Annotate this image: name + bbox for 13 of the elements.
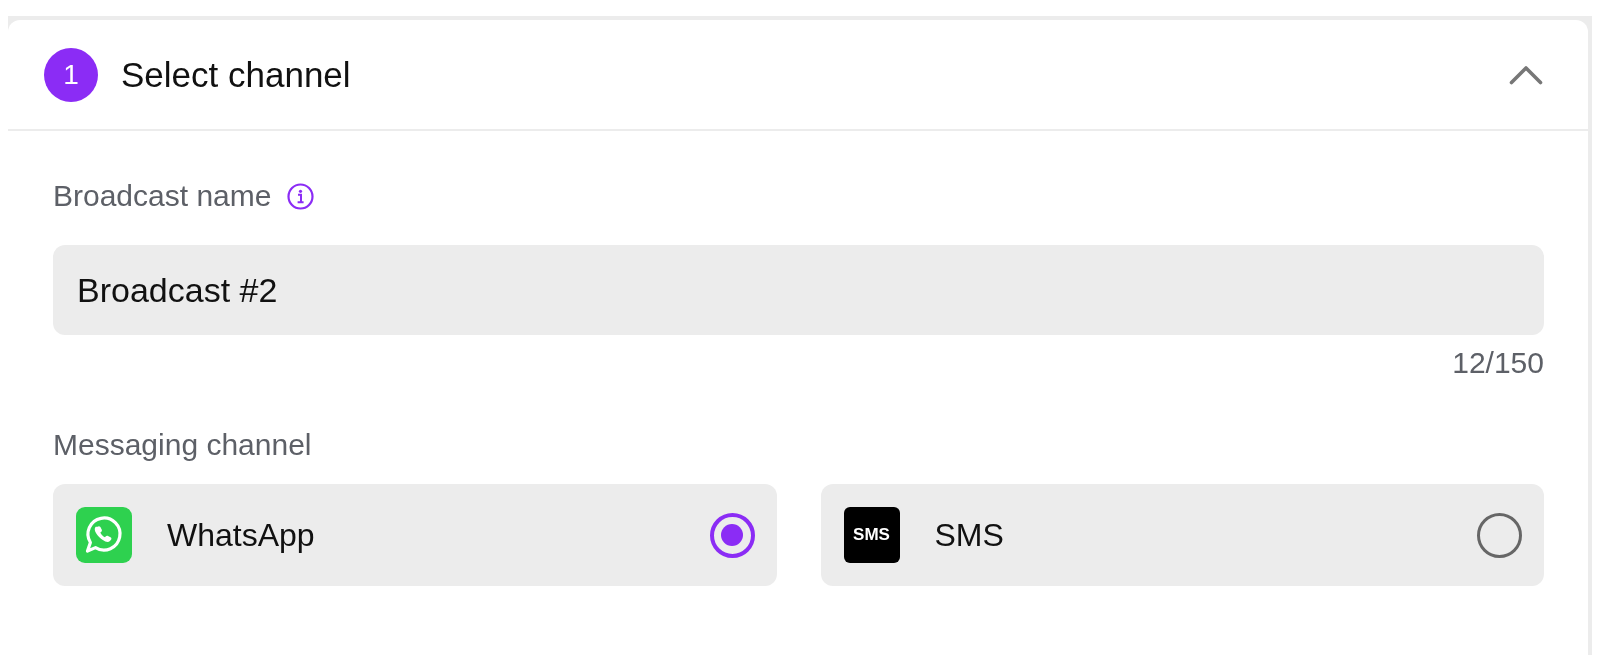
step-number: 1 (44, 47, 98, 102)
radio-button[interactable] (709, 512, 755, 558)
field-label: Broadcast name (53, 178, 272, 214)
broadcast-name-field[interactable]: Broadcast #2 (53, 245, 1544, 335)
character-counter: 12/150 (1452, 345, 1544, 381)
radio-button[interactable] (1477, 512, 1522, 558)
channel-option[interactable]: SMS SMS (820, 484, 1544, 586)
field-label: Messaging channel (53, 427, 312, 463)
info-icon[interactable] (287, 182, 315, 210)
sms-icon: SMS (843, 507, 900, 563)
section-title: Select channel (121, 54, 351, 95)
chat-phone-icon (76, 507, 132, 563)
channel-option[interactable]: WhatsApp (53, 484, 777, 586)
